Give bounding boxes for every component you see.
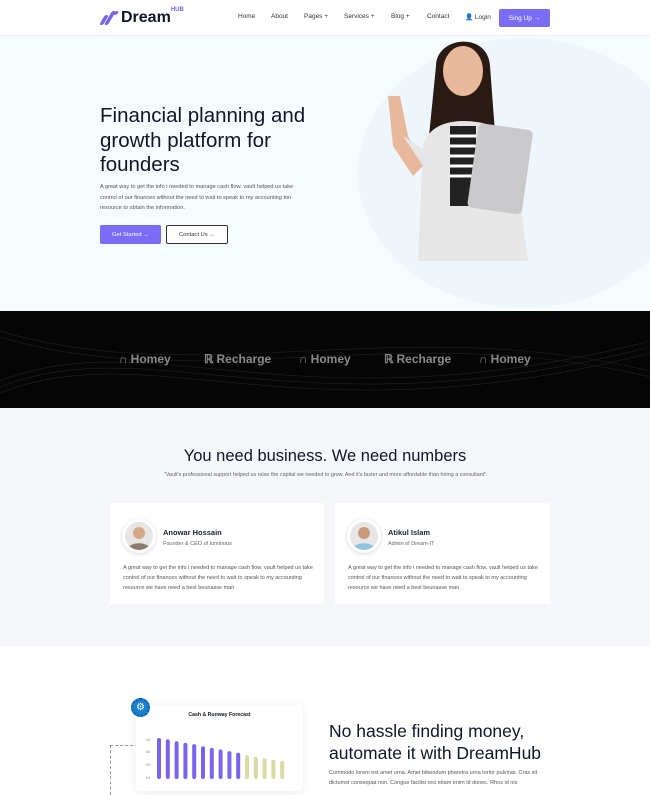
chart-card: Cash & Runway Forecast 10 06 03 01 [136, 705, 303, 791]
brands-band: ∩ Homey ℝ Recharge ∩ Homey ℝ Recharge ∩ Homey [0, 311, 650, 408]
avatar [122, 519, 156, 553]
chart-bar [262, 758, 267, 779]
homey-icon: ∩ [119, 352, 128, 366]
chart-bar [201, 746, 205, 779]
nav-pages[interactable]: Pages + [304, 13, 328, 20]
nav-home[interactable]: Home [238, 13, 255, 20]
nav-services[interactable]: Services + [344, 13, 375, 20]
hero-woman-image [388, 41, 533, 261]
chart-bar [183, 742, 188, 779]
chart-bar [227, 751, 232, 779]
chart-bar [174, 741, 179, 779]
chart-bar [236, 752, 241, 779]
chart-bar [271, 759, 276, 779]
nav-blog[interactable]: Blog + [391, 13, 410, 20]
hero-section: Financial planning and growth platform f… [0, 36, 650, 311]
logo-icon [99, 11, 120, 25]
testimonial-card: Atikul Islam Admin of Dream-IT A great w… [335, 503, 549, 604]
testimonial-role: Admin of Dream-IT [388, 541, 435, 547]
brand-logo-homey: ∩ Homey [299, 352, 351, 366]
brand-logo-recharge: ℝ Recharge [204, 352, 271, 366]
chart-bar [280, 760, 285, 779]
brand-name: Recharge [396, 352, 452, 366]
logo-text: Dream [121, 9, 171, 26]
brand-name: Homey [310, 352, 351, 366]
testimonial-card: Anowar Hossain Founder & CEO of luminous… [110, 503, 324, 604]
brand-name: Homey [130, 352, 171, 366]
recharge-icon: ℝ [384, 352, 394, 366]
y-tick-label: 10 [146, 737, 151, 742]
chart-svg: 10 06 03 01 [146, 737, 285, 780]
chart-bar [165, 739, 170, 779]
login-link[interactable]: 👤 Login [465, 13, 491, 21]
nav-contact[interactable]: Contact [427, 13, 449, 20]
y-tick-label: 06 [146, 749, 151, 754]
testimonial-role: Founder & CEO of luminous [163, 541, 232, 547]
user-icon: 👤 [465, 14, 474, 21]
brand-name: Homey [490, 352, 531, 366]
homey-icon: ∩ [479, 352, 488, 366]
hero-text: A great way to get the info i needed to … [100, 184, 294, 211]
logo[interactable]: Dream HUB [99, 7, 184, 27]
chart-bar [209, 747, 214, 779]
brand-logo-homey: ∩ Homey [479, 352, 531, 366]
chart-bar [253, 756, 258, 779]
feature-text: Commodo lorem est amet urna. Amet bibend… [329, 770, 538, 786]
brand-name: Recharge [216, 352, 272, 366]
chart-bar [157, 738, 161, 779]
homey-icon: ∩ [299, 352, 308, 366]
brand-logo-homey: ∩ Homey [119, 352, 171, 366]
signup-button[interactable]: Sing Up → [499, 9, 550, 27]
testimonials-title: You need business. We need numbers [183, 447, 467, 465]
hero-title: Financial planning and growth platform f… [100, 104, 306, 176]
testimonials-quote: "Vault's professional support helped us … [163, 472, 487, 478]
feature-title: No hassle finding money, automate it wit… [329, 721, 542, 763]
login-label: Login [474, 14, 491, 21]
testimonial-text: A great way to get the info i needed to … [123, 565, 313, 591]
recharge-icon: ℝ [204, 352, 214, 366]
y-tick-label: 01 [146, 775, 151, 780]
logo-sup: HUB [170, 7, 184, 13]
y-tick-label: 03 [146, 762, 151, 767]
get-started-button[interactable]: Get Started → [100, 225, 161, 244]
testimonials-section [0, 408, 650, 646]
contact-us-button[interactable]: Contact Us → [166, 225, 228, 244]
chart-bar [192, 744, 197, 779]
chart-bar [218, 749, 223, 779]
brand-logo-recharge: ℝ Recharge [384, 352, 451, 366]
chart-bar [245, 755, 249, 779]
gear-icon: ⚙ [131, 698, 150, 717]
testimonial-name: Atikul Islam [388, 528, 431, 537]
header: Dream HUB Home About Pages + Services + … [0, 0, 650, 36]
avatar [347, 519, 381, 553]
testimonial-text: A great way to get the info i needed to … [348, 565, 538, 591]
testimonial-name: Anowar Hossain [163, 528, 222, 537]
nav-about[interactable]: About [271, 13, 288, 20]
